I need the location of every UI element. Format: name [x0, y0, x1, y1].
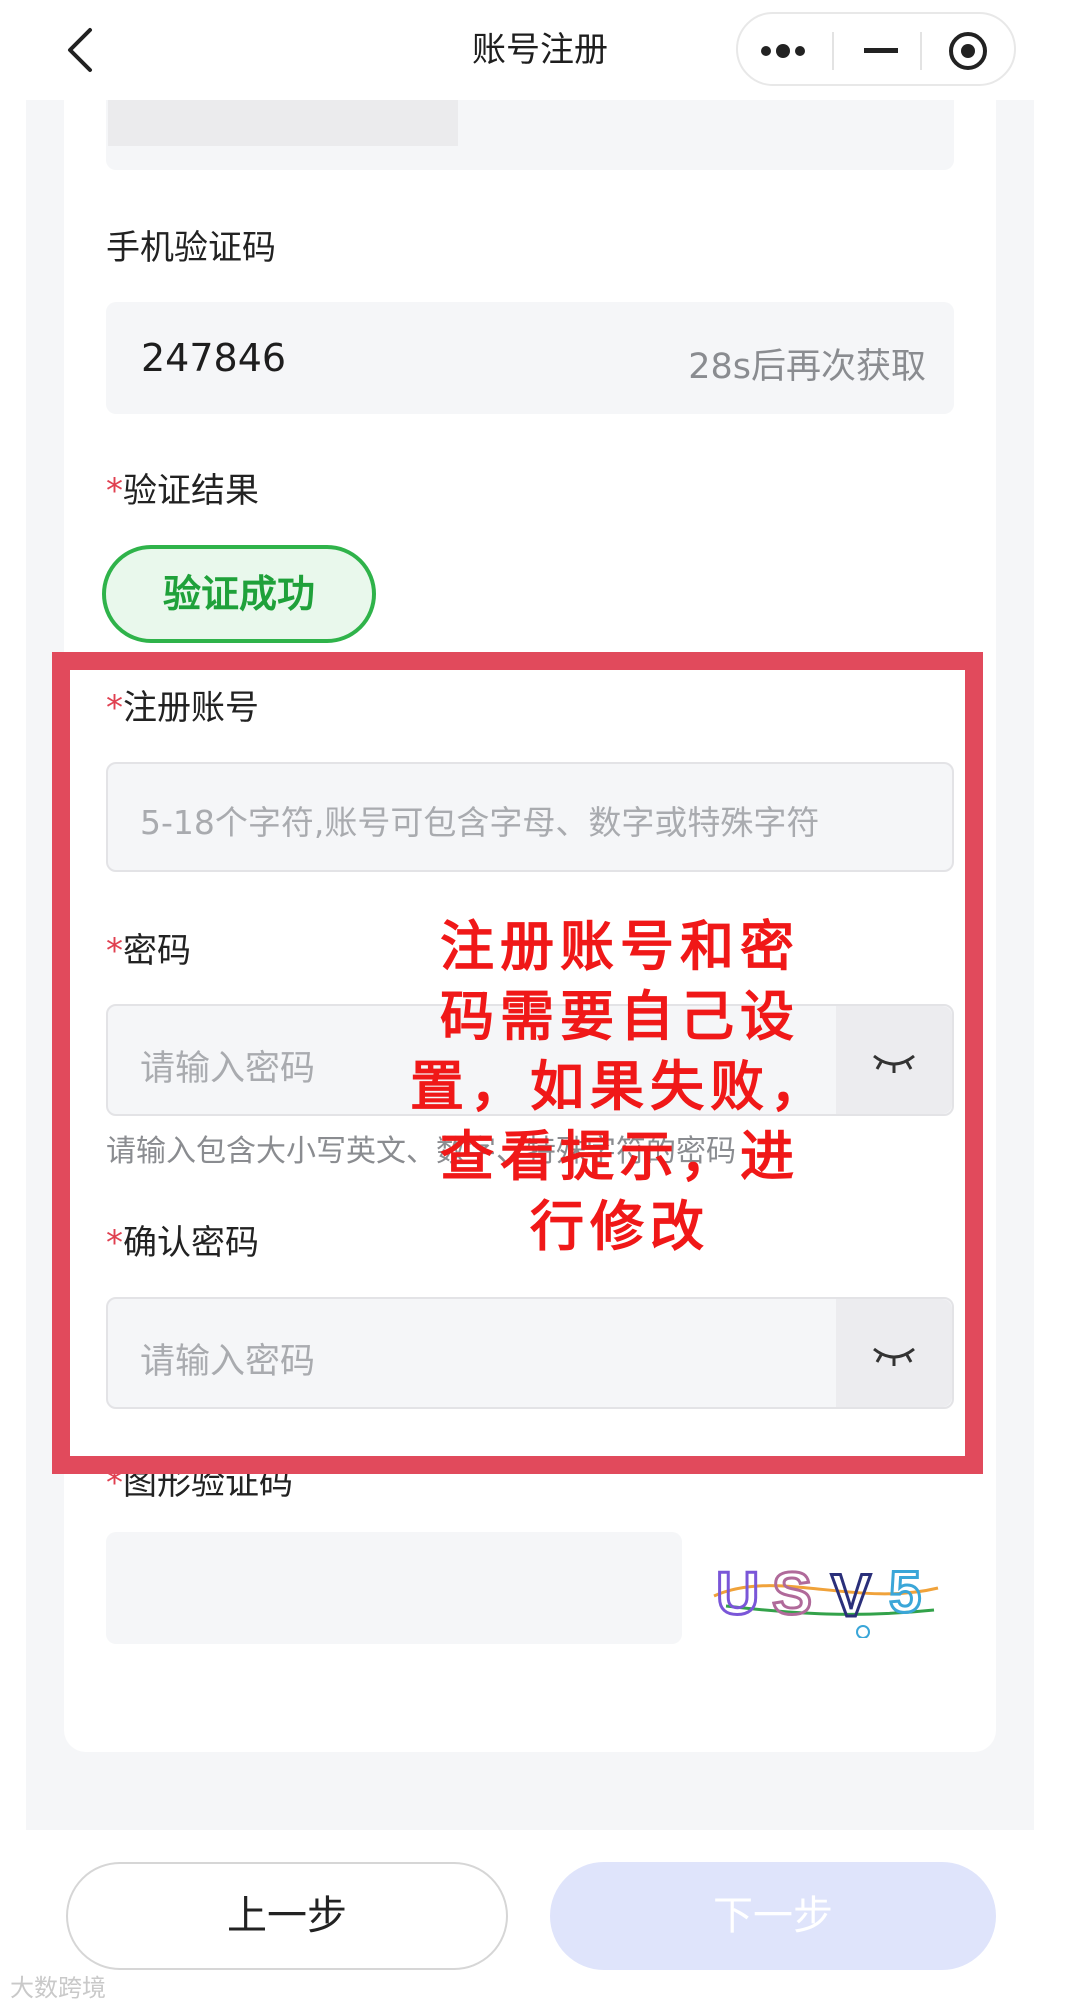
annotation-text: 注册账号和密 码需要自己设 置，如果失败， 查看提示，进 行修改 [390, 912, 850, 1262]
phone-field-redacted [108, 100, 458, 146]
resend-countdown[interactable]: 28s后再次获取 [688, 338, 926, 389]
annotation-line: 注册账号和密 [440, 915, 800, 978]
captcha-image[interactable]: U S V 5 [706, 1548, 946, 1639]
verify-result-label-text: 验证结果 [123, 471, 259, 511]
svg-text:S: S [772, 1560, 812, 1627]
verify-success-badge: 验证成功 [102, 545, 376, 643]
watermark: 大数跨境 [10, 1974, 106, 2002]
annotation-line: 查看提示，进 [440, 1125, 800, 1188]
mini-program-capsule [736, 12, 1016, 86]
capsule-divider [832, 32, 834, 70]
annotation-line: 码需要自己设 [440, 985, 800, 1048]
next-step-button[interactable]: 下一步 [550, 1862, 996, 1970]
annotation-line: 置，如果失败， [410, 1055, 830, 1118]
required-mark: * [106, 471, 123, 511]
annotation-line: 行修改 [530, 1195, 710, 1258]
svg-text:5: 5 [889, 1560, 921, 1625]
sms-code-value: 247846 [141, 336, 287, 380]
sms-code-label: 手机验证码 [106, 228, 276, 268]
verify-result-label: *验证结果 [106, 463, 259, 512]
svg-text:V: V [831, 1562, 871, 1629]
sms-code-field[interactable]: 247846 28s后再次获取 [106, 302, 954, 414]
more-dots-icon[interactable] [738, 14, 828, 84]
nav-header: 账号注册 [0, 0, 1080, 100]
capsule-divider [920, 32, 922, 70]
target-circle-icon[interactable] [924, 14, 1014, 84]
svg-text:U: U [716, 1560, 759, 1627]
captcha-input[interactable] [106, 1532, 682, 1644]
minus-icon[interactable] [836, 14, 926, 84]
prev-step-button[interactable]: 上一步 [66, 1862, 508, 1970]
phone-field[interactable] [106, 100, 954, 170]
